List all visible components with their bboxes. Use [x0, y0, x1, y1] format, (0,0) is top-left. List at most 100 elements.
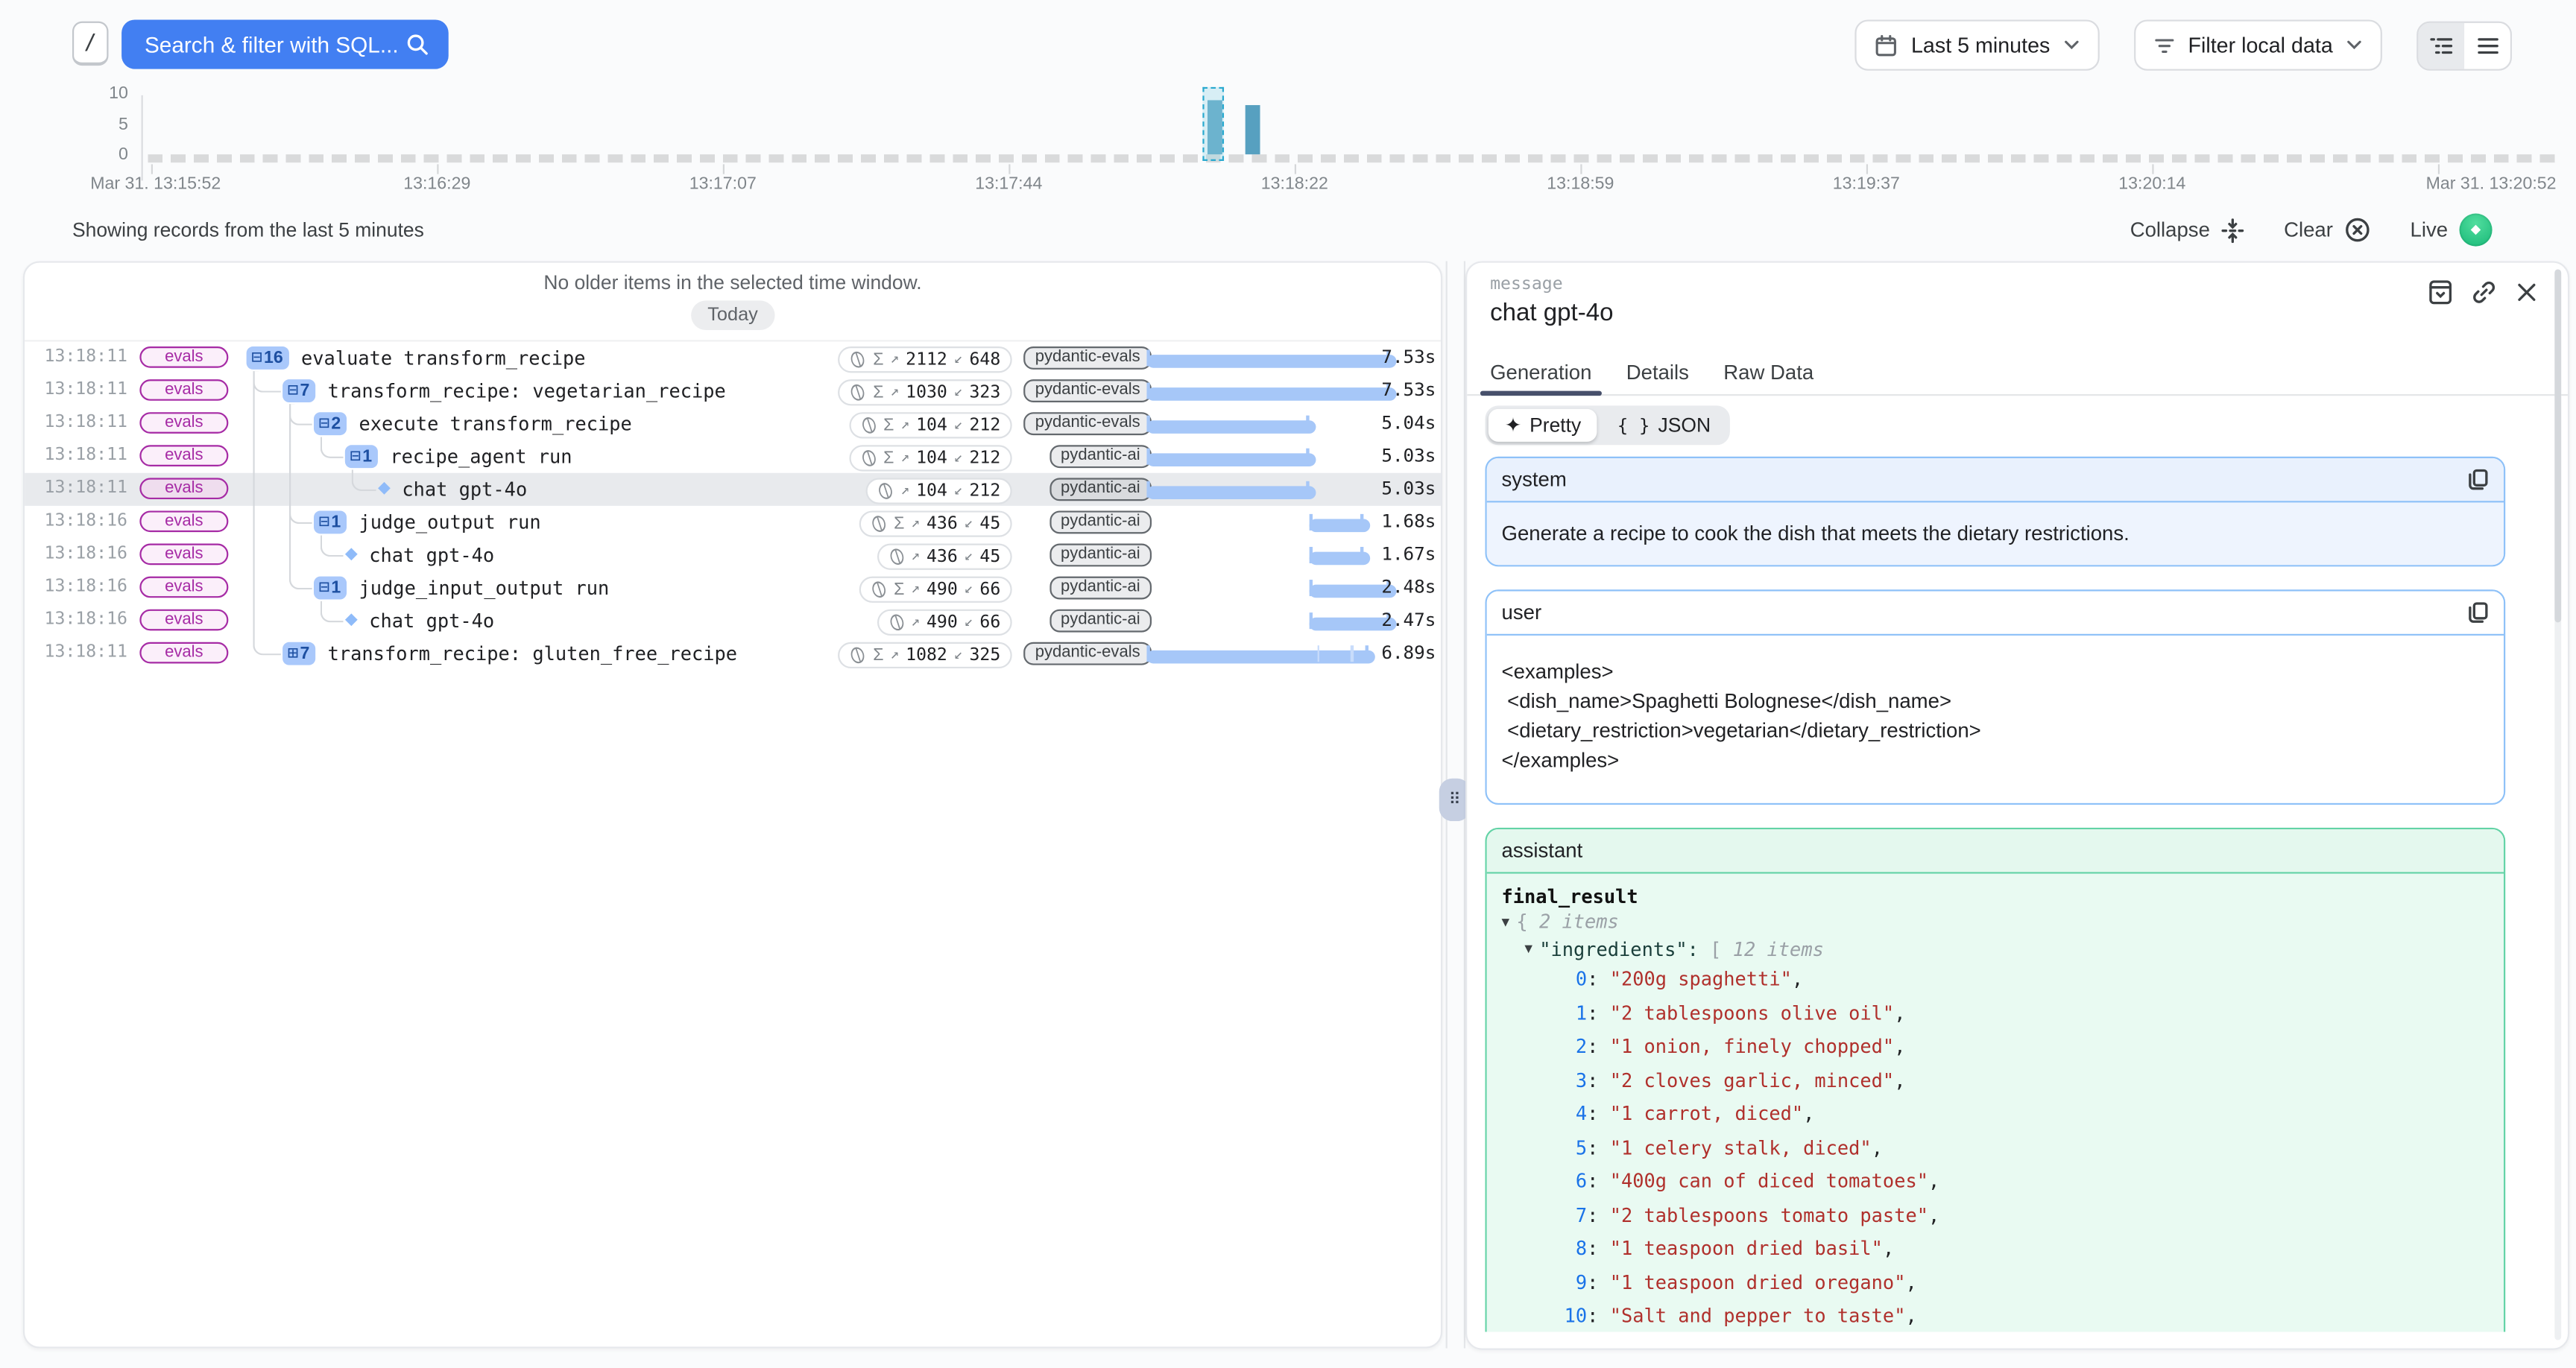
duration-bar [1146, 604, 1389, 637]
sum-icon: Σ [873, 381, 883, 401]
trace-row[interactable]: 13:18:11 evals ⊟1 recipe_agent run Σ ↗10… [25, 440, 1441, 473]
tree-connector [352, 469, 376, 491]
row-evals-tag[interactable]: evals [139, 346, 228, 367]
package-tag[interactable]: pydantic-evals [1023, 411, 1152, 434]
duration-label: 1.68s [1381, 510, 1436, 532]
row-evals-tag[interactable]: evals [139, 444, 228, 466]
json-array-item: 10: "Salt and pepper to taste", [1502, 1299, 2490, 1331]
row-evals-tag[interactable]: evals [139, 542, 228, 564]
dock-panel-icon[interactable] [2428, 279, 2453, 305]
package-tag[interactable]: pydantic-ai [1049, 510, 1152, 533]
trace-row[interactable]: 13:18:11 evals ⊟7 transform_recipe: vege… [25, 375, 1441, 408]
span-name: chat gpt-4o [402, 478, 527, 501]
package-tag[interactable]: pydantic-ai [1049, 542, 1152, 566]
span-kind-label: message [1490, 274, 1563, 294]
json-index: 4 [1502, 1102, 1588, 1125]
token-usage-badge: ↗490 ↙66 [877, 609, 1012, 635]
package-tag[interactable]: pydantic-ai [1049, 609, 1152, 632]
input-arrow-icon: ↗ [890, 384, 899, 400]
collapse-button[interactable]: Collapse [2130, 218, 2244, 242]
collapse-chevron-icon[interactable]: ▼ [1524, 941, 1539, 956]
json-array-item: 8: "1 teaspoon dried basil", [1502, 1232, 2490, 1265]
row-evals-tag[interactable]: evals [139, 477, 228, 498]
json-string: "2 cloves garlic, minced" [1610, 1068, 1895, 1092]
output-arrow-icon: ↙ [965, 515, 973, 531]
tree-toggle-icon[interactable]: ⊞7 [282, 642, 316, 665]
row-evals-tag[interactable]: evals [139, 379, 228, 400]
copy-link-icon[interactable] [2471, 279, 2497, 305]
token-usage-badge: Σ ↗490 ↙66 [859, 576, 1012, 602]
tree-toggle-icon[interactable]: ⊟16 [247, 346, 290, 370]
json-array-item: 0: "200g spaghetti", [1502, 963, 2490, 996]
row-evals-tag[interactable]: evals [139, 411, 228, 433]
package-tag[interactable]: pydantic-evals [1023, 379, 1152, 402]
package-tag[interactable]: pydantic-ai [1049, 576, 1152, 599]
package-tag[interactable]: pydantic-ai [1049, 477, 1152, 500]
pretty-toggle-button[interactable]: ✦ Pretty [1489, 409, 1597, 442]
histogram-bar[interactable] [1246, 106, 1261, 154]
detail-scrollbar[interactable] [2554, 269, 2561, 1340]
trace-row[interactable]: 13:18:11 evals ⊟16 evaluate transform_re… [25, 341, 1441, 374]
trace-row[interactable]: 13:18:16 evals ⊟1 judge_output run Σ ↗43… [25, 506, 1441, 539]
trace-row[interactable]: 13:18:16 evals ⊟1 judge_input_output run… [25, 571, 1441, 604]
input-arrow-icon: ↗ [900, 417, 909, 433]
tree-toggle-icon[interactable]: ⊟1 [314, 510, 347, 533]
leaf-diamond-icon: ◆ [345, 547, 358, 563]
copy-icon[interactable] [2468, 601, 2490, 624]
copy-icon[interactable] [2468, 468, 2490, 491]
trace-row[interactable]: 13:18:16 evals ◆ chat gpt-4o ↗490 ↙66 py… [25, 604, 1441, 637]
trace-row[interactable]: 13:18:11 evals ⊞7 transform_recipe: glut… [25, 637, 1441, 670]
trace-row[interactable]: 13:18:11 evals ◆ chat gpt-4o ↗104 ↙212 p… [25, 473, 1441, 506]
json-array-item: 9: "1 teaspoon dried oregano", [1502, 1265, 2490, 1299]
time-range-select[interactable]: Last 5 minutes [1855, 19, 2099, 70]
tab-details[interactable]: Details [1625, 361, 1691, 394]
json-toggle-button[interactable]: { } JSON [1601, 409, 1727, 442]
row-evals-tag[interactable]: evals [139, 609, 228, 630]
search-button[interactable]: Search & filter with SQL... [121, 19, 449, 69]
tree-toggle-icon[interactable]: ⊟7 [282, 379, 316, 402]
y-axis-line [142, 95, 143, 181]
span-name: evaluate transform_recipe [301, 346, 586, 370]
row-timestamp: 13:18:11 [45, 445, 127, 464]
collapse-chevron-icon[interactable]: ▼ [1502, 914, 1517, 929]
row-evals-tag[interactable]: evals [139, 576, 228, 598]
token-icon [850, 349, 867, 368]
json-root-line: ▼{ 2 items [1502, 908, 2490, 935]
histogram-selection[interactable] [1203, 87, 1225, 161]
json-array-item: 4: "1 carrot, diced", [1502, 1097, 2490, 1130]
output-arrow-icon: ↙ [954, 482, 963, 498]
token-usage-badge: Σ ↗104 ↙212 [849, 411, 1012, 437]
search-shortcut-key[interactable]: / [72, 22, 108, 66]
tab-generation[interactable]: Generation [1489, 361, 1594, 394]
x-axis-tick [2152, 164, 2153, 174]
list-view-button[interactable] [2464, 22, 2510, 69]
row-evals-tag[interactable]: evals [139, 642, 228, 663]
trace-row[interactable]: 13:18:11 evals ⊟2 execute transform_reci… [25, 408, 1441, 440]
json-index: 9 [1502, 1270, 1588, 1293]
tab-raw-data[interactable]: Raw Data [1722, 361, 1815, 394]
tree-toggle-icon[interactable]: ⊟1 [314, 577, 347, 600]
duration-label: 7.53s [1381, 346, 1436, 368]
trace-row[interactable]: 13:18:16 evals ◆ chat gpt-4o ↗436 ↙45 py… [25, 539, 1441, 571]
x-axis-tick [723, 164, 724, 174]
x-axis-tick-label: 13:18:59 [1547, 174, 1614, 194]
tree-connector [321, 536, 344, 557]
package-tag[interactable]: pydantic-ai [1049, 444, 1152, 467]
package-tag[interactable]: pydantic-evals [1023, 642, 1152, 665]
live-toggle[interactable]: Live ◆ [2411, 214, 2493, 247]
close-panel-icon[interactable] [2515, 281, 2538, 304]
json-string: "2 tablespoons tomato paste" [1610, 1203, 1928, 1226]
tree-toggle-icon[interactable]: ⊟2 [314, 412, 347, 435]
x-axis-tick-label: 13:17:07 [689, 174, 757, 194]
filter-icon [2153, 35, 2175, 54]
records-histogram[interactable]: 1050 Mar 31. 13:15:5213:16:2913:17:0713:… [0, 86, 2576, 204]
row-timestamp: 13:18:16 [45, 510, 127, 530]
package-tag[interactable]: pydantic-evals [1023, 346, 1152, 369]
tree-view-button[interactable] [2418, 22, 2464, 69]
detail-scroll-area[interactable]: ✦ Pretty { } JSON system Generate a reci… [1467, 396, 2551, 1331]
filter-local-data-select[interactable]: Filter local data [2134, 19, 2382, 70]
tree-toggle-icon[interactable]: ⊟1 [345, 445, 379, 468]
clear-button[interactable]: Clear [2284, 217, 2371, 243]
row-evals-tag[interactable]: evals [139, 510, 228, 531]
json-string: "400g can of diced tomatoes" [1610, 1170, 1928, 1193]
